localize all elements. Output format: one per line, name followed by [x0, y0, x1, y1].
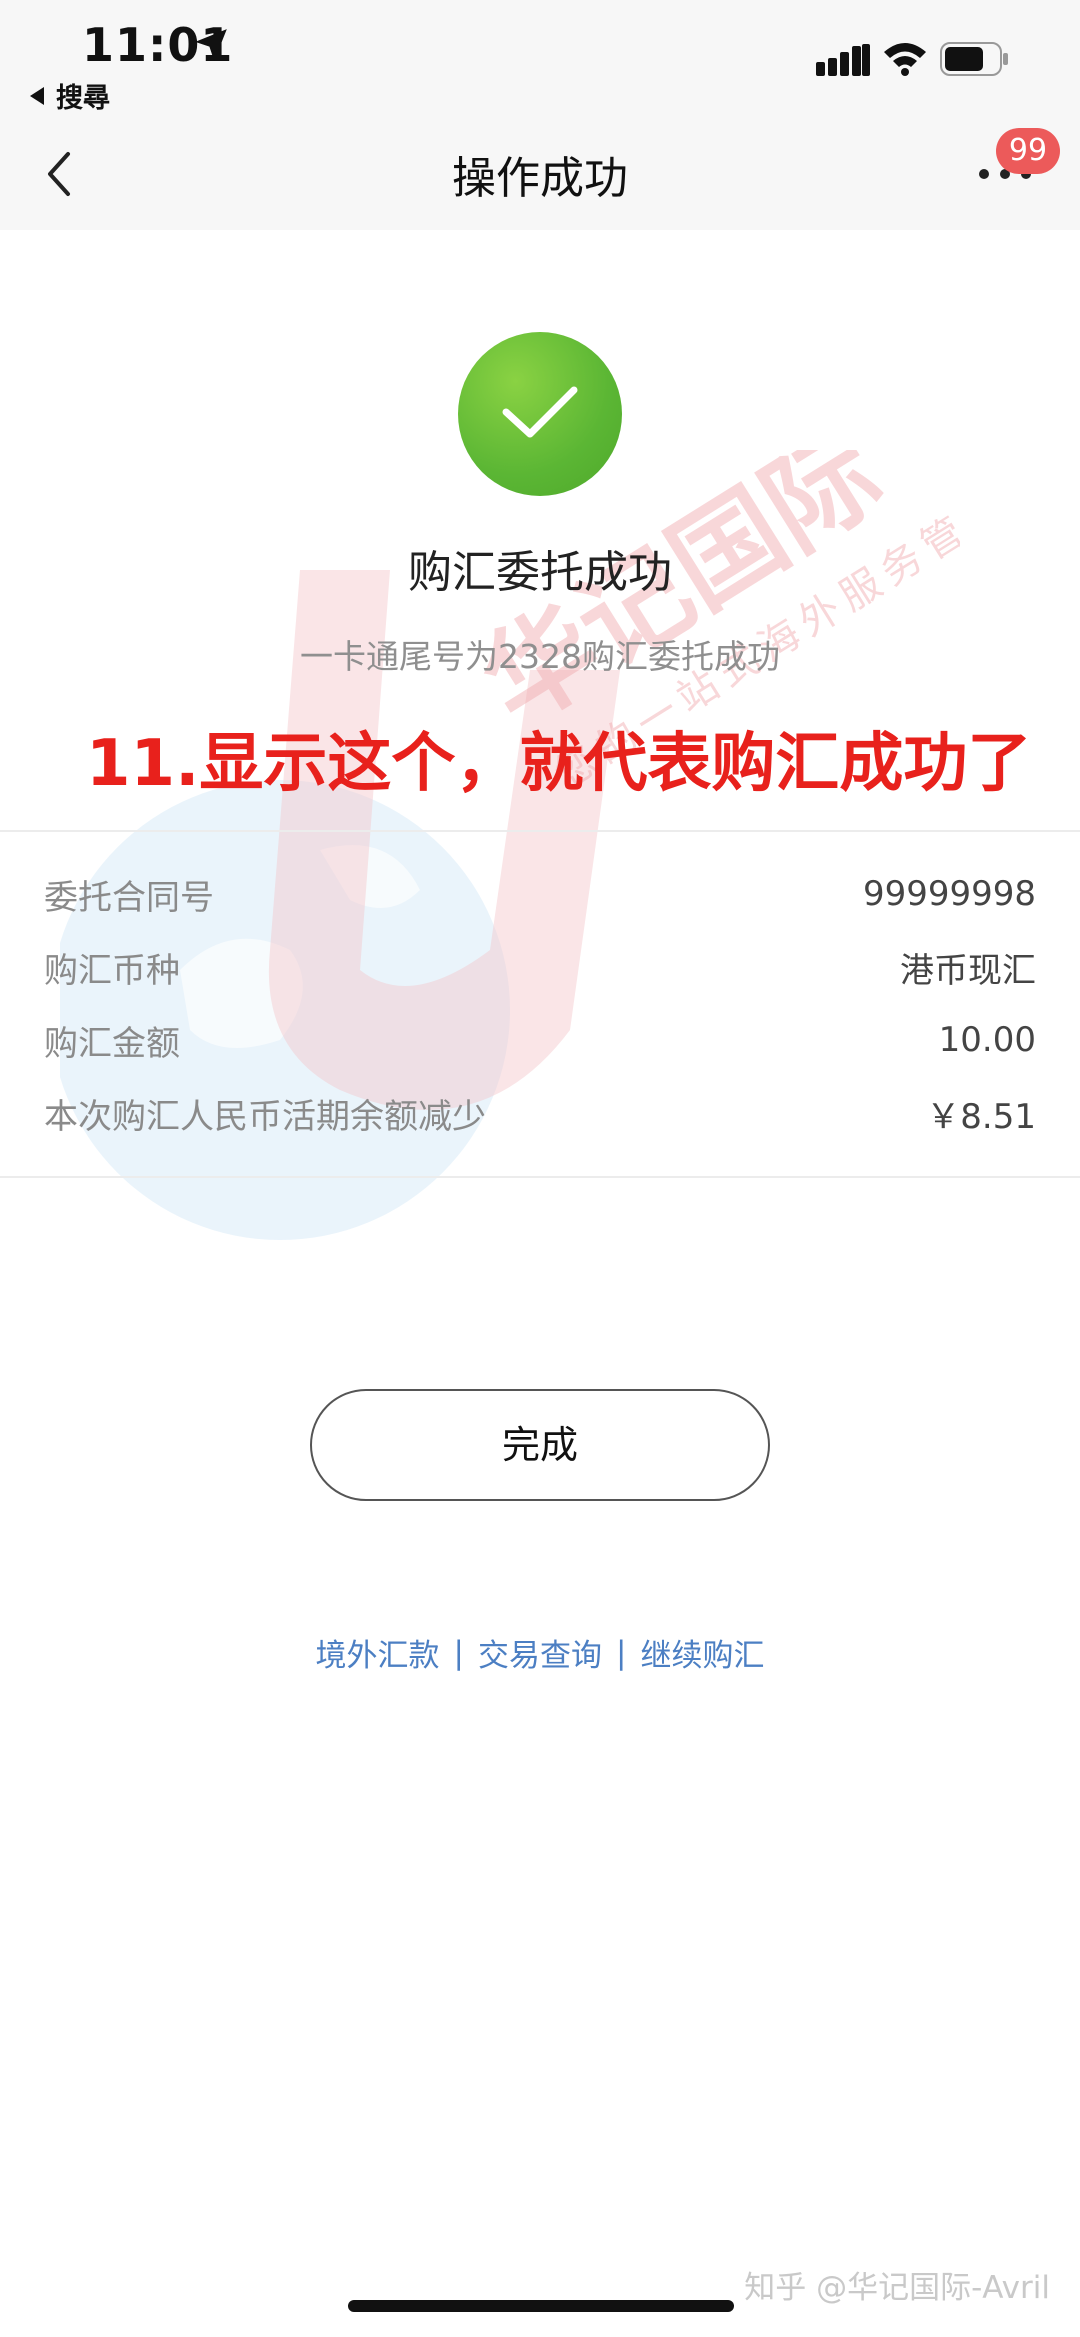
- detail-row-contract-no: 委托合同号 99999998: [44, 866, 1036, 922]
- footer-watermark: 知乎 @华记国际-Avril: [744, 2270, 1050, 2306]
- detail-label: 购汇币种: [44, 950, 180, 991]
- cellular-signal-icon: [816, 44, 870, 76]
- success-subtitle: 一卡通尾号为2328购汇委托成功: [300, 637, 780, 676]
- link-separator: |: [453, 1634, 464, 1671]
- success-check-icon: [458, 332, 622, 496]
- detail-value: 99999998: [862, 874, 1036, 914]
- link-continue-purchase[interactable]: 继续购汇: [640, 1630, 764, 1675]
- back-triangle-icon: [30, 86, 44, 105]
- back-app-label: 搜尋: [56, 83, 110, 114]
- success-title: 购汇委托成功: [408, 547, 672, 598]
- link-separator: |: [616, 1634, 627, 1671]
- home-indicator[interactable]: [348, 2300, 734, 2312]
- battery-icon: [940, 42, 1008, 76]
- notification-badge: 99: [996, 128, 1060, 174]
- detail-value: ￥8.51: [926, 1096, 1036, 1137]
- annotation-text: 11.显示这个，就代表购汇成功了: [86, 727, 1032, 801]
- detail-row-currency: 购汇币种 港币现汇: [44, 939, 1036, 995]
- detail-label: 委托合同号: [44, 877, 214, 918]
- back-to-app-link[interactable]: 搜尋: [30, 76, 110, 115]
- divider-top: [0, 830, 1080, 832]
- detail-label: 购汇金额: [44, 1023, 180, 1064]
- detail-value: 港币现汇: [900, 950, 1036, 991]
- bottom-links: 境外汇款 | 交易查询 | 继续购汇: [0, 1630, 1080, 1675]
- page: 11:01 搜尋 操作成功 99 华记国际 您的一站式海外服务管家 购汇委托成功…: [0, 0, 1080, 2337]
- detail-row-amount: 购汇金额 10.00: [44, 1012, 1036, 1068]
- done-button[interactable]: 完成: [310, 1389, 770, 1501]
- detail-value: 10.00: [938, 1020, 1036, 1060]
- link-overseas-remittance[interactable]: 境外汇款: [316, 1630, 440, 1675]
- link-transaction-query[interactable]: 交易查询: [478, 1630, 602, 1675]
- wifi-icon: [884, 43, 926, 76]
- divider-bottom: [0, 1176, 1080, 1178]
- detail-label: 本次购汇人民币活期余额减少: [44, 1096, 486, 1137]
- detail-row-rmb-decrease: 本次购汇人民币活期余额减少 ￥8.51: [44, 1085, 1036, 1141]
- page-title: 操作成功: [452, 153, 628, 204]
- location-arrow-icon: [195, 29, 227, 61]
